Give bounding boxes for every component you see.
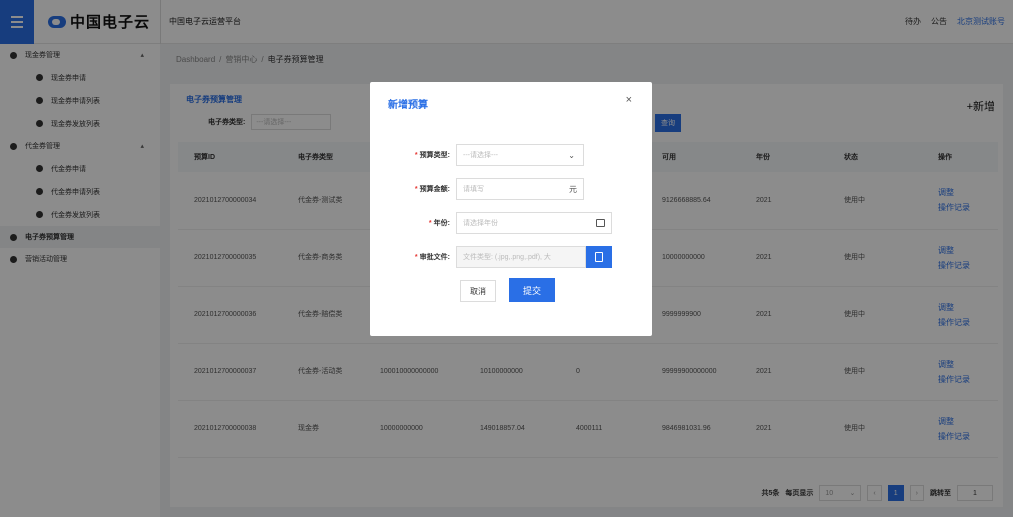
submit-button[interactable]: 提交 (509, 278, 555, 302)
yuan-suffix: 元 (569, 184, 577, 194)
close-icon[interactable]: × (626, 94, 632, 106)
approval-file-label: * 审批文件: (414, 254, 450, 261)
budget-type-row: * 预算类型: ---请选择--- ⌄ (370, 144, 652, 166)
budget-amount-row: * 预算金额: 请填写 元 (370, 178, 652, 200)
budget-type-label: * 预算类型: (414, 152, 450, 159)
year-picker[interactable]: 请选择年份 (456, 212, 612, 234)
add-budget-dialog: 新增预算 × * 预算类型: ---请选择--- ⌄ * 预算金额: 请填写 元 *… (370, 82, 652, 336)
year-row: * 年份: 请选择年份 (370, 212, 652, 234)
approval-file-input[interactable]: 文件类型: (.jpg,.png,.pdf), 大 (456, 246, 586, 268)
budget-type-select[interactable]: ---请选择--- ⌄ (456, 144, 584, 166)
approval-file-row: * 审批文件: 文件类型: (.jpg,.png,.pdf), 大 (370, 246, 652, 268)
chevron-down-icon: ⌄ (568, 150, 575, 160)
budget-amount-label: * 预算金额: (414, 186, 450, 193)
document-icon (595, 252, 603, 262)
year-label: * 年份: (428, 220, 450, 227)
upload-file-button[interactable] (586, 246, 612, 268)
budget-amount-input[interactable]: 请填写 元 (456, 178, 584, 200)
calendar-icon (596, 219, 605, 227)
cancel-button[interactable]: 取消 (460, 280, 496, 302)
dialog-title: 新增预算 (388, 100, 428, 111)
